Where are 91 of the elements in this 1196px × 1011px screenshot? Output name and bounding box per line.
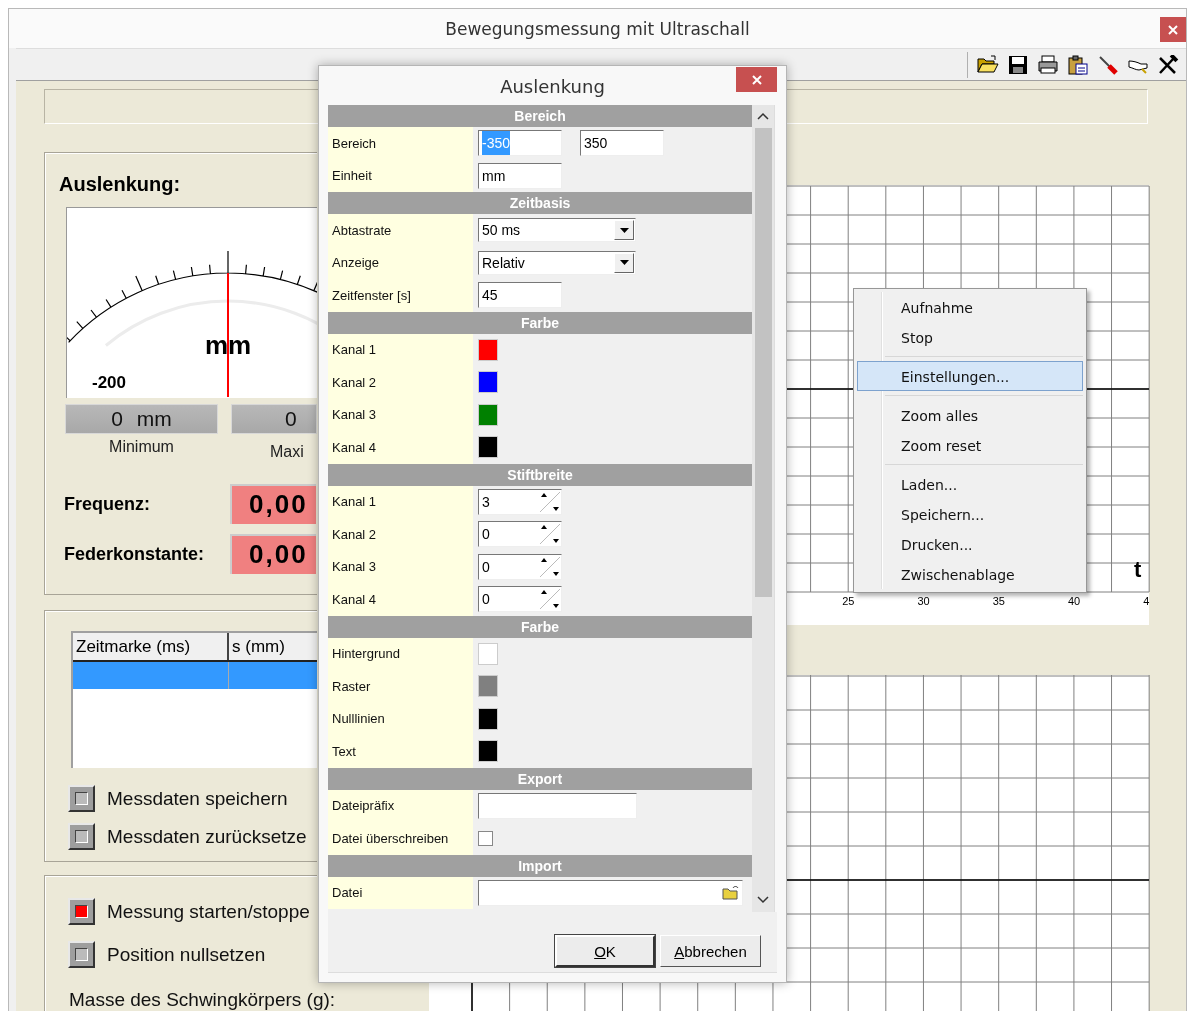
color-swatch[interactable] <box>478 707 498 730</box>
menu-item[interactable]: Drucken... <box>857 529 1083 559</box>
readout-label: Federkonstante: <box>63 543 206 565</box>
menu-item[interactable]: Zoom reset <box>857 430 1083 460</box>
dropdown-arrow-icon <box>619 227 629 233</box>
dialog-title: Auslenkung <box>499 76 606 97</box>
color-swatch[interactable] <box>478 642 498 665</box>
menu-item[interactable]: Laden... <box>857 469 1083 499</box>
dropdown[interactable]: 50 ms <box>478 218 636 243</box>
property-label: Anzeige <box>328 246 473 279</box>
property-label: Datei <box>328 876 473 909</box>
text-field[interactable]: 350 <box>580 130 664 157</box>
axis-tick-label: 40 <box>1067 595 1081 607</box>
menu-item[interactable]: Zoom alles <box>857 400 1083 430</box>
property-label: Kanal 1 <box>328 485 473 518</box>
property-label: Kanal 2 <box>328 518 473 551</box>
file-field[interactable] <box>478 879 743 906</box>
menu-item[interactable]: Zwischenablage <box>857 559 1083 589</box>
property-label: Abtastrate <box>328 214 473 247</box>
color-swatch[interactable] <box>478 403 498 426</box>
column-header[interactable]: s (mm) <box>229 633 317 660</box>
checkbox[interactable] <box>478 830 493 846</box>
close-icon <box>1168 24 1178 35</box>
property-label: Bereich <box>328 127 473 160</box>
menu-item[interactable]: Einstellungen... <box>857 361 1083 391</box>
axis-tick-label: 30 <box>917 595 930 607</box>
dropdown-arrow-icon <box>619 260 629 266</box>
readout-label: Frequenz: <box>63 493 151 515</box>
toggle-button[interactable]: Position nullsetzen <box>68 941 266 968</box>
dialog-button[interactable]: Abbrechen <box>660 935 761 967</box>
toggle-button[interactable]: Messung starten/stoppe <box>68 898 310 925</box>
property-label: Kanal 4 <box>328 583 473 616</box>
property-label: Zeitfenster [s] <box>328 279 473 312</box>
spinner-arrows-icon <box>539 490 561 513</box>
spin-field[interactable]: 3 <box>478 488 562 515</box>
spin-field[interactable]: 0 <box>478 521 562 548</box>
spin-field[interactable]: 0 <box>478 553 562 580</box>
axis-tick-label: 25 <box>842 595 855 607</box>
toggle-button[interactable]: Messdaten speichern <box>68 785 288 812</box>
color-swatch[interactable] <box>478 740 498 763</box>
readout-value: 0,00 <box>230 484 316 524</box>
section-title: Auslenkung: <box>59 172 182 196</box>
property-label: Kanal 2 <box>328 366 473 399</box>
close-icon <box>751 74 762 85</box>
property-label: Raster <box>328 670 473 703</box>
property-label: Kanal 1 <box>328 333 473 366</box>
spin-field[interactable]: 0 <box>478 586 562 613</box>
folder-icon <box>722 884 740 901</box>
menu-item[interactable]: Speichern... <box>857 499 1083 529</box>
readout-value: 0,00 <box>230 534 316 574</box>
spinner-arrows-icon <box>539 555 561 578</box>
color-swatch[interactable] <box>478 436 498 459</box>
menu-item[interactable]: Stop <box>857 322 1083 352</box>
toggle-button[interactable]: Messdaten zurücksetze <box>68 823 307 850</box>
menu-item[interactable]: Aufnahme <box>857 292 1083 322</box>
color-swatch[interactable] <box>478 338 498 361</box>
color-swatch[interactable] <box>478 675 498 698</box>
spinner-arrows-icon <box>539 523 561 546</box>
value-caption: Maxi <box>269 442 304 462</box>
axis-tick-label: 35 <box>992 595 1005 607</box>
text-field[interactable]: 45 <box>478 282 562 309</box>
property-label: Text <box>328 735 473 768</box>
value-display: 0 mm <box>65 404 218 434</box>
axis-tick-label: 4 <box>1143 595 1150 607</box>
chevron-up-icon[interactable] <box>757 112 769 120</box>
text-field[interactable] <box>478 792 637 819</box>
gauge-scale-label: -200 <box>92 373 127 392</box>
window-title: Bewegungsmessung mit Ultraschall <box>444 19 751 39</box>
dropdown[interactable]: Relativ <box>478 250 636 275</box>
axis-label: t <box>1134 557 1142 582</box>
property-label: Dateipräfix <box>328 789 473 822</box>
value-caption: Minimum <box>108 437 175 457</box>
chevron-down-icon[interactable] <box>757 896 769 904</box>
value-display: 0 <box>231 404 317 434</box>
close-button[interactable] <box>1160 17 1186 42</box>
column-header[interactable]: Zeitmarke (ms) <box>73 633 229 660</box>
property-label: Kanal 4 <box>328 431 473 464</box>
dialog-button[interactable]: OK <box>555 935 655 967</box>
property-label: Datei überschreiben <box>328 822 473 855</box>
property-label: Hintergrund <box>328 637 473 670</box>
property-label: Kanal 3 <box>328 550 473 583</box>
spinner-arrows-icon <box>539 588 561 611</box>
property-label: Kanal 3 <box>328 398 473 431</box>
scrollbar-thumb[interactable] <box>754 128 772 597</box>
text-field[interactable]: mm <box>478 162 562 189</box>
color-swatch[interactable] <box>478 371 498 394</box>
property-label: Einheit <box>328 159 473 192</box>
close-button[interactable] <box>736 67 777 92</box>
property-label: Nulllinien <box>328 702 473 735</box>
scrollbar[interactable] <box>752 105 774 912</box>
field-label: Masse des Schwingkörpers (g): <box>69 989 336 1011</box>
